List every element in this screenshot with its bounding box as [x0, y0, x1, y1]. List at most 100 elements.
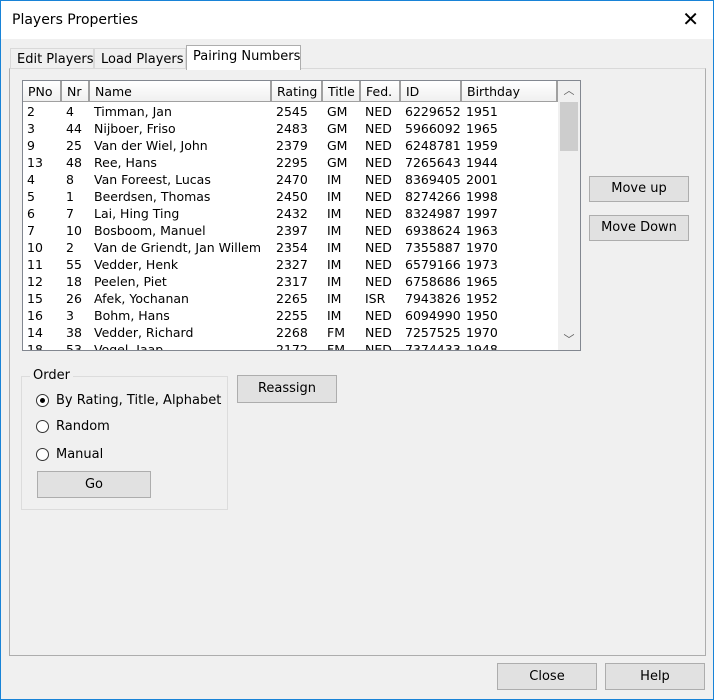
- table-cell: NED: [365, 240, 392, 255]
- move-down-button[interactable]: Move Down: [589, 215, 689, 241]
- table-row[interactable]: 11 55 Vedder, Henk 2327 IM NED 6579166 1973: [23, 256, 558, 273]
- table-cell: 10: [66, 223, 82, 238]
- table-cell: NED: [365, 223, 392, 238]
- table-cell: 53: [66, 342, 82, 351]
- table-row[interactable]: 5 1 Beerdsen, Thomas 2450 IM NED 8274266 1998: [23, 188, 558, 205]
- table-cell: 7: [66, 206, 74, 221]
- column-header[interactable]: ID: [401, 81, 462, 102]
- table-cell: 2545: [276, 104, 308, 119]
- table-cell: NED: [365, 104, 392, 119]
- table-cell: 1: [66, 189, 74, 204]
- table-cell: Beerdsen, Thomas: [94, 189, 211, 204]
- table-cell: 6758686: [405, 274, 461, 289]
- table-cell: Van der Wiel, John: [94, 138, 208, 153]
- vertical-scrollbar[interactable]: ︿ ﹀: [558, 81, 580, 350]
- table-row[interactable]: 16 3 Bohm, Hans 2255 IM NED 6094990 1950: [23, 307, 558, 324]
- table-cell: 2: [27, 104, 35, 119]
- table-cell: NED: [365, 189, 392, 204]
- tab-load-players[interactable]: Load Players: [94, 48, 186, 70]
- table-cell: FM: [327, 342, 345, 351]
- table-cell: 55: [66, 257, 82, 272]
- radio-indicator[interactable]: [36, 394, 49, 407]
- table-cell: 14: [27, 325, 43, 340]
- column-header[interactable]: Name: [90, 81, 272, 102]
- tab-pairing-numbers[interactable]: Pairing Numbers: [186, 45, 301, 70]
- table-cell: NED: [365, 257, 392, 272]
- table-cell: Ree, Hans: [94, 155, 157, 170]
- table-row[interactable]: 4 8 Van Foreest, Lucas 2470 IM NED 8369405 2001: [23, 171, 558, 188]
- table-cell: IM: [327, 291, 342, 306]
- radio-manual[interactable]: Manual: [36, 447, 103, 462]
- table-cell: 48: [66, 155, 82, 170]
- table-cell: IM: [327, 257, 342, 272]
- column-header[interactable]: Nr: [62, 81, 90, 102]
- list-header: PNo Nr Name Rating Title Fed. ID Birthday: [23, 81, 558, 102]
- scroll-down-icon[interactable]: ﹀: [558, 330, 580, 350]
- table-cell: GM: [327, 155, 348, 170]
- table-cell: 9: [27, 138, 35, 153]
- close-icon[interactable]: ✕: [682, 7, 699, 31]
- table-cell: 1998: [466, 189, 498, 204]
- table-row[interactable]: 18 53 Vogel, Jaap 2172 FM NED 7374433 1948: [23, 341, 558, 351]
- scroll-up-icon[interactable]: ︿: [558, 81, 580, 101]
- radio-indicator[interactable]: [36, 448, 49, 461]
- table-cell: 1948: [466, 342, 498, 351]
- table-row[interactable]: 2 4 Timman, Jan 2545 GM NED 6229652 1951: [23, 103, 558, 120]
- players-list[interactable]: PNo Nr Name Rating Title Fed. ID Birthday 2 4 Tim…: [22, 80, 581, 351]
- table-cell: Van Foreest, Lucas: [94, 172, 211, 187]
- table-cell: 2: [66, 240, 74, 255]
- table-cell: 2379: [276, 138, 308, 153]
- table-cell: Van de Griendt, Jan Willem: [94, 240, 262, 255]
- table-cell: IM: [327, 223, 342, 238]
- move-up-button[interactable]: Move up: [589, 176, 689, 202]
- table-cell: 2265: [276, 291, 308, 306]
- reassign-button[interactable]: Reassign: [237, 375, 337, 403]
- radio-by-rating[interactable]: By Rating, Title, Alphabet: [36, 393, 221, 408]
- table-row[interactable]: 14 38 Vedder, Richard 2268 FM NED 7257525 1970: [23, 324, 558, 341]
- table-cell: 1997: [466, 206, 498, 221]
- order-group-label: Order: [30, 368, 73, 383]
- column-header[interactable]: Fed.: [361, 81, 401, 102]
- radio-indicator[interactable]: [36, 420, 49, 433]
- table-cell: 2172: [276, 342, 308, 351]
- go-button[interactable]: Go: [37, 471, 151, 498]
- table-row[interactable]: 13 48 Ree, Hans 2295 GM NED 7265643 1944: [23, 154, 558, 171]
- table-cell: 4: [66, 104, 74, 119]
- table-cell: 4: [27, 172, 35, 187]
- table-cell: 7257525: [405, 325, 461, 340]
- table-cell: ISR: [365, 291, 386, 306]
- close-button[interactable]: Close: [497, 663, 597, 690]
- table-cell: 2450: [276, 189, 308, 204]
- table-cell: 2255: [276, 308, 308, 323]
- table-cell: IM: [327, 172, 342, 187]
- table-cell: 6248781: [405, 138, 461, 153]
- table-row[interactable]: 6 7 Lai, Hing Ting 2432 IM NED 8324987 1997: [23, 205, 558, 222]
- column-header[interactable]: Rating: [272, 81, 323, 102]
- tab-edit-players[interactable]: Edit Players: [10, 48, 94, 70]
- column-header[interactable]: Title: [323, 81, 361, 102]
- table-cell: 2470: [276, 172, 308, 187]
- table-row[interactable]: 7 10 Bosboom, Manuel 2397 IM NED 6938624 1963: [23, 222, 558, 239]
- table-cell: Lai, Hing Ting: [94, 206, 180, 221]
- table-cell: 3: [66, 308, 74, 323]
- table-cell: 7265643: [405, 155, 461, 170]
- column-header[interactable]: PNo: [23, 81, 62, 102]
- column-header[interactable]: Birthday: [462, 81, 558, 102]
- table-cell: 7374433: [405, 342, 461, 351]
- table-cell: Timman, Jan: [94, 104, 172, 119]
- table-row[interactable]: 15 26 Afek, Yochanan 2265 IM ISR 7943826 1952: [23, 290, 558, 307]
- table-cell: 2268: [276, 325, 308, 340]
- table-cell: Afek, Yochanan: [94, 291, 189, 306]
- scroll-thumb[interactable]: [560, 102, 578, 151]
- table-row[interactable]: 10 2 Van de Griendt, Jan Willem 2354 IM NED 73…: [23, 239, 558, 256]
- table-cell: 11: [27, 257, 43, 272]
- table-cell: 6229652: [405, 104, 461, 119]
- table-cell: 1965: [466, 274, 498, 289]
- table-row[interactable]: 3 44 Nijboer, Friso 2483 GM NED 5966092 1965: [23, 120, 558, 137]
- table-row[interactable]: 12 18 Peelen, Piet 2317 IM NED 6758686 1965: [23, 273, 558, 290]
- radio-random[interactable]: Random: [36, 419, 110, 434]
- table-cell: 6094990: [405, 308, 461, 323]
- table-row[interactable]: 9 25 Van der Wiel, John 2379 GM NED 6248781 195…: [23, 137, 558, 154]
- help-button[interactable]: Help: [605, 663, 705, 690]
- table-cell: 5: [27, 189, 35, 204]
